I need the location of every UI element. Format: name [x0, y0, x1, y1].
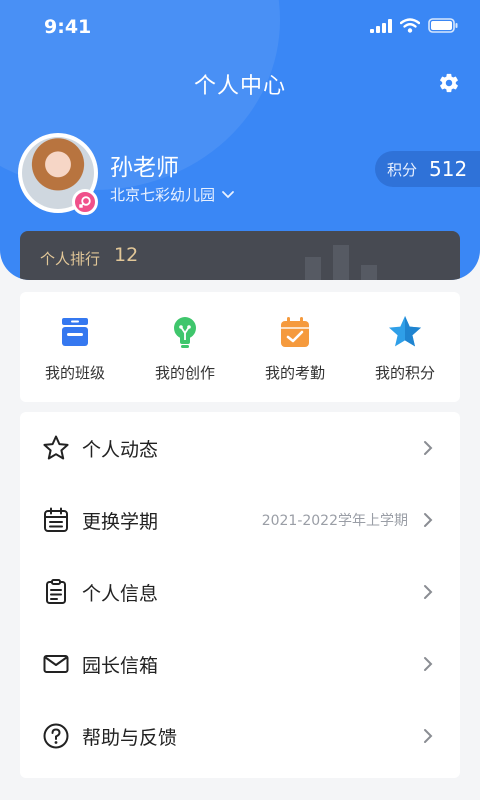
school-name: 北京七彩幼儿园: [110, 186, 216, 204]
points-value: 512: [429, 157, 468, 181]
user-name: 孙老师: [110, 155, 179, 181]
menu-item-label: 个人动态: [82, 438, 159, 461]
chevron-right-icon: [424, 585, 433, 599]
star-outline-icon: [43, 435, 69, 460]
quick-action-label: 我的班级: [44, 364, 105, 382]
wifi-icon: [400, 18, 420, 33]
chevron-right-icon: [424, 513, 433, 527]
quick-action-my-class[interactable]: 我的班级: [20, 292, 130, 402]
status-bar: 9:41: [0, 0, 480, 56]
signal-icon: [370, 18, 392, 33]
rank-card[interactable]: 个人排行 12: [20, 231, 460, 280]
calendar-check-icon: [281, 317, 309, 347]
chevron-right-icon: [424, 657, 433, 671]
mail-icon: [43, 655, 69, 673]
menu-item-label: 帮助与反馈: [82, 726, 178, 749]
quick-action-my-creations[interactable]: 我的创作: [130, 292, 240, 402]
menu-item-change-term[interactable]: 更换学期 2021-2022学年上学期: [20, 484, 460, 556]
chevron-right-icon: [424, 441, 433, 455]
profile-header: 9:41 个人中心 孙老师 北京七彩幼儿园 积分 512 个人排行 12: [0, 0, 480, 280]
status-time: 9:41: [44, 16, 92, 38]
star-icon: [389, 316, 421, 347]
status-icons: [370, 18, 458, 33]
settings-menu: 个人动态 更换学期 2021-2022学年上学期 个人信息 园长信箱 帮助与反馈: [20, 412, 460, 778]
female-icon: [72, 189, 98, 215]
battery-icon: [428, 18, 458, 33]
quick-actions: 我的班级 我的创作 我的考勤 我的积分: [20, 292, 460, 402]
help-icon: [43, 723, 69, 749]
menu-item-personal-feed[interactable]: 个人动态: [20, 412, 460, 484]
menu-item-personal-info[interactable]: 个人信息: [20, 556, 460, 628]
points-label: 积分: [387, 160, 418, 179]
menu-item-label: 个人信息: [82, 582, 159, 605]
gear-icon[interactable]: [438, 72, 460, 94]
menu-item-label: 园长信箱: [82, 654, 159, 677]
class-icon: [62, 318, 88, 346]
page-title: 个人中心: [193, 74, 286, 99]
menu-item-director-mailbox[interactable]: 园长信箱: [20, 628, 460, 700]
chevron-right-icon: [424, 729, 433, 743]
rank-value: 12: [114, 244, 139, 266]
calendar-icon: [44, 507, 68, 532]
current-term-value: 2021-2022学年上学期: [261, 513, 408, 529]
rank-label: 个人排行: [40, 250, 101, 268]
quick-action-my-attendance[interactable]: 我的考勤: [240, 292, 350, 402]
school-selector[interactable]: 北京七彩幼儿园: [110, 184, 235, 205]
menu-item-help-feedback[interactable]: 帮助与反馈: [20, 700, 460, 772]
quick-action-label: 我的创作: [154, 364, 215, 382]
quick-action-label: 我的积分: [374, 364, 435, 382]
quick-action-my-points[interactable]: 我的积分: [350, 292, 460, 402]
clipboard-icon: [46, 579, 66, 604]
bulb-icon: [174, 317, 196, 348]
menu-item-label: 更换学期: [82, 510, 159, 533]
quick-action-label: 我的考勤: [264, 364, 325, 382]
chevron-down-icon: [222, 190, 234, 198]
points-badge[interactable]: 积分 512: [375, 151, 480, 187]
